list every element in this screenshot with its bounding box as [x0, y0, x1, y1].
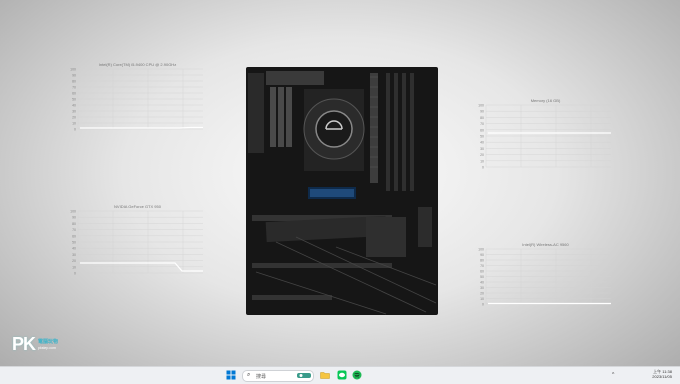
taskbar-search-box[interactable]: ⌕ 搜尋 [242, 370, 314, 382]
svg-text:80: 80 [480, 259, 484, 263]
network-usage-graph: 100 90 80 70 60 50 40 30 20 10 0 [478, 248, 611, 307]
cpu-ticks: 100 90 80 70 60 50 40 30 20 10 0 [70, 68, 76, 132]
svg-text:80: 80 [72, 222, 76, 226]
memory-widget-title: Memory (16 GB) [530, 98, 561, 103]
logo-site-name: 電腦玩物 [38, 339, 59, 345]
svg-text:70: 70 [72, 86, 76, 90]
svg-text:0: 0 [74, 272, 76, 276]
svg-text:0: 0 [74, 128, 76, 132]
svg-text:100: 100 [70, 68, 76, 72]
search-highlight-icon [297, 373, 311, 378]
svg-text:30: 30 [72, 253, 76, 257]
svg-text:60: 60 [480, 128, 484, 132]
svg-text:20: 20 [72, 259, 76, 263]
svg-text:80: 80 [72, 80, 76, 84]
logo-url: pkstep.com [38, 346, 56, 350]
network-grid [485, 248, 611, 305]
gpu-usage-graph: 100 90 80 70 60 50 40 30 20 10 0 [70, 210, 203, 276]
svg-text:0: 0 [482, 303, 484, 307]
svg-text:70: 70 [480, 264, 484, 268]
svg-text:60: 60 [72, 234, 76, 238]
gpu-ticks: 100 90 80 70 60 50 40 30 20 10 0 [70, 210, 76, 276]
windows-start-icon[interactable] [226, 370, 236, 380]
svg-text:40: 40 [480, 281, 484, 285]
svg-text:40: 40 [72, 104, 76, 108]
svg-text:60: 60 [72, 92, 76, 96]
svg-text:100: 100 [478, 104, 484, 108]
taskbar: ⌕ 搜尋 ^ 上午 11:38 2023/11/05 [0, 366, 680, 384]
memory-usage-widget: Memory (16 GB) 100 90 80 70 60 50 40 30 … [478, 98, 613, 170]
network-widget-title: Intel(R) Wireless-AC 9560 [522, 242, 569, 247]
svg-text:70: 70 [72, 228, 76, 232]
memory-ticks: 100 90 80 70 60 50 40 30 20 10 0 [478, 104, 484, 170]
svg-text:50: 50 [480, 275, 484, 279]
network-usage-widget: Intel(R) Wireless-AC 9560 100 90 80 70 6… [478, 242, 613, 314]
tray-overflow-chevron[interactable]: ^ [612, 372, 614, 378]
cpu-grid [77, 68, 203, 130]
svg-text:90: 90 [72, 216, 76, 220]
gpu-widget-title: NVIDIA GeForce GTX 950 [114, 204, 161, 209]
cpu-usage-graph: 100 90 80 70 60 50 40 30 20 10 0 [70, 68, 203, 132]
svg-text:100: 100 [478, 248, 484, 252]
logo-mark: PK [12, 334, 36, 354]
svg-text:50: 50 [480, 135, 484, 139]
svg-text:20: 20 [72, 116, 76, 120]
svg-text:10: 10 [72, 265, 76, 269]
svg-text:0: 0 [482, 166, 484, 170]
spotify-icon[interactable] [352, 370, 362, 380]
clock-date: 2023/11/05 [652, 374, 672, 379]
svg-text:90: 90 [72, 74, 76, 78]
svg-text:40: 40 [480, 141, 484, 145]
svg-text:40: 40 [72, 247, 76, 251]
svg-text:10: 10 [480, 297, 484, 301]
cpu-usage-line [80, 126, 203, 129]
gpu-usage-widget: NVIDIA GeForce GTX 950 100 90 80 70 60 5… [70, 204, 205, 276]
svg-text:10: 10 [72, 122, 76, 126]
motherboard-image [246, 67, 438, 315]
svg-text:100: 100 [70, 210, 76, 214]
svg-text:30: 30 [72, 110, 76, 114]
cpu-usage-widget: Intel(R) Core(TM) i5-9400 CPU @ 2.90GHz … [70, 62, 205, 132]
search-icon: ⌕ [247, 372, 251, 378]
svg-text:30: 30 [480, 286, 484, 290]
memory-grid [485, 104, 611, 168]
svg-text:60: 60 [480, 270, 484, 274]
file-explorer-icon[interactable] [320, 370, 330, 380]
svg-text:10: 10 [480, 159, 484, 163]
svg-text:80: 80 [480, 116, 484, 120]
memory-usage-graph: 100 90 80 70 60 50 40 30 20 10 0 [478, 104, 611, 170]
gpu-grid [77, 210, 203, 274]
line-app-icon[interactable] [337, 370, 347, 380]
svg-text:70: 70 [480, 122, 484, 126]
svg-text:20: 20 [480, 153, 484, 157]
svg-text:50: 50 [72, 98, 76, 102]
svg-text:20: 20 [480, 292, 484, 296]
svg-text:90: 90 [480, 253, 484, 257]
pkstep-logo: PK 電腦玩物 pkstep.com [12, 334, 58, 355]
svg-text:90: 90 [480, 110, 484, 114]
search-placeholder: 搜尋 [256, 374, 267, 380]
svg-text:30: 30 [480, 147, 484, 151]
taskbar-clock[interactable]: 上午 11:38 2023/11/05 [652, 369, 672, 379]
cpu-widget-title: Intel(R) Core(TM) i5-9400 CPU @ 2.90GHz [98, 62, 177, 67]
svg-text:50: 50 [72, 241, 76, 245]
network-ticks: 100 90 80 70 60 50 40 30 20 10 0 [478, 248, 484, 307]
